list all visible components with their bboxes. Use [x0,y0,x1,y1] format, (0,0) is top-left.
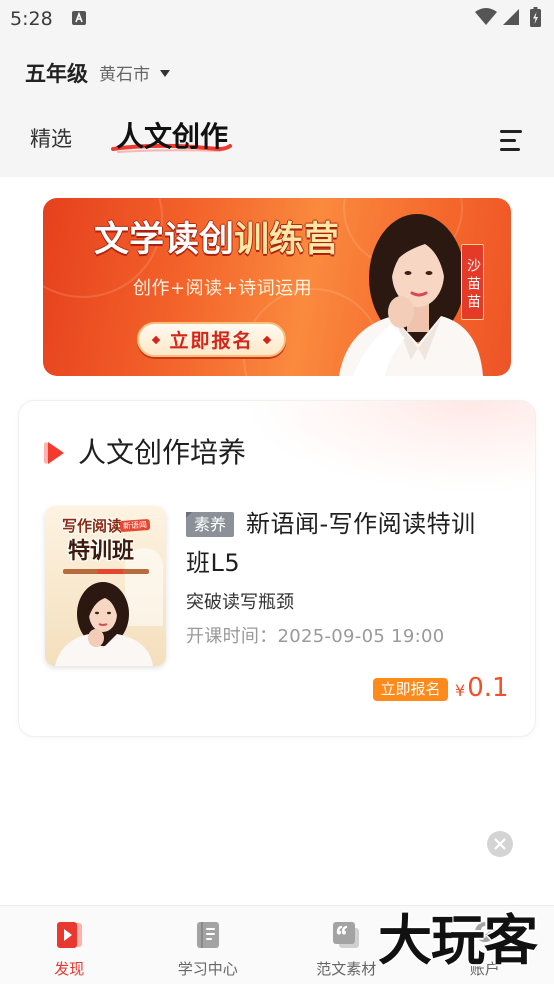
banner-title-accent: 训练营 [234,220,340,260]
nav-label: 发现 [54,960,85,978]
cover-title-line1: 写作阅读 [62,517,123,535]
section-title: 人文创作培养 [78,436,247,469]
tab-humanities-writing[interactable]: 人文创作 [116,120,228,154]
notification-a-icon [72,11,86,25]
banner-signup-button[interactable]: 立即报名 [137,322,286,357]
tab-featured[interactable]: 精选 [30,126,72,152]
price-currency: ¥ [455,681,466,700]
course-tag-label: 素养 [193,515,226,534]
course-section-card: 人文创作培养 写作阅读 新语闻 特训班 素养 新语闻-写作阅读特训班L5 突破读写… [18,400,536,737]
cover-brand-badge: 新语闻 [119,518,151,533]
grade-selector[interactable]: 五年级 [25,61,88,87]
nav-item-learning-center[interactable]: 学习中心 [139,906,278,984]
wifi-icon [475,8,497,25]
course-price: ¥ 0.1 [455,673,509,707]
banner-signup-label: 立即报名 [169,330,254,352]
teacher-name-label: 沙苗苗 [461,244,484,320]
teacher-photo [339,214,483,376]
cover-title-line2: 特训班 [68,539,135,564]
course-subtitle: 突破读写瓶颈 [186,592,294,613]
quote-icon [333,922,359,948]
cover-tagline-stripe [63,569,149,574]
course-tag: 素养 [186,512,234,537]
price-value: 0.1 [467,673,509,703]
course-cover[interactable]: 写作阅读 新语闻 特训班 [45,506,166,666]
close-icon[interactable] [487,831,513,857]
banner-title-main: 文学读创 [94,220,235,260]
course-start-time: 开课时间：2025-09-05 19:00 [186,626,445,647]
caret-down-icon[interactable] [160,70,170,78]
nav-label: 学习中心 [177,960,238,978]
watermark-logo: 大玩客 [378,909,538,972]
banner-subtitle: 创作+阅读+诗词运用 [133,278,313,299]
discover-play-icon [57,922,82,948]
diamond-icon [262,335,271,344]
diamond-icon [152,335,161,344]
city-selector[interactable]: 黄石市 [99,64,150,86]
banner-title: 文学读创训练营 [94,218,339,262]
battery-icon [530,7,541,27]
tag-fold-icon [186,512,192,518]
status-time: 5:28 [10,8,53,30]
section-play-icon [44,442,64,464]
nav-item-discover[interactable]: 发现 [0,906,139,984]
signal-icon [503,9,519,25]
header-background [0,0,554,177]
promo-banner[interactable]: 文学读创训练营 创作+阅读+诗词运用 立即报名 沙苗苗 [43,198,511,376]
course-title[interactable]: 素养 新语闻-写作阅读特训班L5 [186,505,491,583]
cover-teacher-photo [55,582,153,666]
book-icon [196,922,219,948]
menu-icon[interactable] [500,127,524,153]
course-signup-button[interactable]: 立即报名 [373,678,448,701]
